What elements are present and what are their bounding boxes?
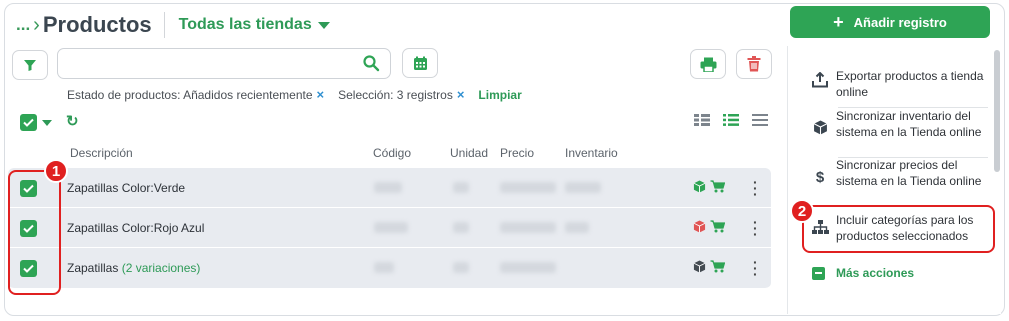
menu-item-label: Sincronizar precios del sistema en la Ti… <box>836 158 982 188</box>
grid-view-icon[interactable] <box>694 114 710 126</box>
trash-icon <box>747 56 761 72</box>
compact-view-icon[interactable] <box>752 114 768 126</box>
product-description[interactable]: Zapatillas Color:Verde <box>67 181 185 195</box>
calendar-icon <box>413 56 427 70</box>
cart-icon[interactable] <box>710 180 725 193</box>
select-all-checkbox[interactable] <box>20 114 52 131</box>
search-icon[interactable] <box>362 54 380 72</box>
redacted-code <box>374 262 394 273</box>
filter-icon <box>24 60 36 71</box>
redacted-price <box>500 222 556 233</box>
chevron-down-icon[interactable] <box>42 119 52 126</box>
print-button[interactable] <box>690 49 726 79</box>
add-record-button[interactable]: + Añadir registro <box>790 6 990 38</box>
checkbox-checked[interactable] <box>20 114 37 131</box>
cart-icon[interactable] <box>710 220 725 233</box>
panel-scrollbar[interactable] <box>994 50 1000 172</box>
clear-filters-link[interactable]: Limpiar <box>478 88 521 102</box>
column-header-code[interactable]: Código <box>373 146 411 160</box>
more-actions-label: Más acciones <box>836 266 915 280</box>
highlight-box-categories <box>802 205 995 253</box>
plus-icon: + <box>833 11 844 32</box>
caret-down-icon[interactable] <box>317 21 330 29</box>
view-switcher <box>694 114 768 126</box>
product-name: Zapatillas Color:Verde <box>67 181 186 195</box>
breadcrumb-chevron-icon: › <box>33 13 40 36</box>
column-header-inventory[interactable]: Inventario <box>565 146 618 160</box>
menu-item-sync-prices[interactable]: $ Sincronizar precios del sistema en la … <box>808 157 988 189</box>
redacted-code <box>374 182 402 193</box>
check-icon <box>23 118 34 127</box>
breadcrumb: ... › Productos Todas las tiendas <box>16 12 330 38</box>
delete-button[interactable] <box>736 49 772 79</box>
redacted-unit <box>453 182 469 193</box>
dollar-icon: $ <box>815 169 825 186</box>
product-table: Zapatillas Color:Verde · · · Zapatillas Co… <box>8 168 771 289</box>
redacted-price <box>500 262 556 273</box>
remove-filter-icon[interactable]: × <box>457 87 465 102</box>
product-name: Zapatillas Color:Rojo Azul <box>67 221 205 235</box>
remove-filter-icon[interactable]: × <box>317 87 325 102</box>
cube-icon <box>813 120 827 135</box>
product-description[interactable]: Zapatillas (2 variaciones) <box>67 261 200 275</box>
table-row[interactable]: Zapatillas Color:Verde · · · <box>8 168 771 208</box>
column-header-description[interactable]: Descripción <box>70 146 133 160</box>
cube-icon[interactable] <box>693 220 706 233</box>
highlight-box-checkboxes <box>8 170 61 295</box>
filter-chip-label: Estado de productos: Añadidos recienteme… <box>67 87 313 102</box>
redacted-inventory <box>565 222 589 233</box>
column-header-price[interactable]: Precio <box>500 146 534 160</box>
row-more-options-icon[interactable]: · · · <box>753 255 758 281</box>
row-more-options-icon[interactable]: · · · <box>753 215 758 241</box>
menu-item-label: Exportar productos a tienda online <box>836 69 984 99</box>
row-status-icons <box>693 220 725 233</box>
page-title: Productos <box>42 12 152 37</box>
collapse-icon <box>812 266 825 280</box>
variations-link[interactable]: (2 variaciones) <box>122 261 201 275</box>
more-actions-button[interactable]: Más acciones <box>812 266 914 280</box>
column-header-unit[interactable]: Unidad <box>450 146 488 160</box>
table-row[interactable]: Zapatillas Color:Rojo Azul · · · <box>8 208 771 248</box>
menu-item-label: Sincronizar inventario del sistema en la… <box>836 109 982 139</box>
row-status-icons <box>693 180 725 193</box>
menu-item-export[interactable]: Exportar productos a tienda online <box>808 68 988 100</box>
step-badge-2: 2 <box>790 199 814 223</box>
redacted-unit <box>453 222 469 233</box>
row-more-options-icon[interactable]: · · · <box>753 175 758 201</box>
refresh-icon[interactable]: ↻ <box>66 112 79 130</box>
row-status-icons <box>693 260 725 273</box>
step-badge-1: 1 <box>44 159 68 183</box>
date-filter-button[interactable] <box>402 48 438 78</box>
cube-icon[interactable] <box>693 180 706 193</box>
redacted-unit <box>453 262 469 273</box>
table-row[interactable]: Zapatillas (2 variaciones) · · · <box>8 248 771 289</box>
cube-icon[interactable] <box>693 260 706 273</box>
search-input[interactable] <box>57 48 391 79</box>
cart-icon[interactable] <box>710 260 725 273</box>
filter-button[interactable] <box>12 50 48 80</box>
menu-item-sync-inventory[interactable]: Sincronizar inventario del sistema en la… <box>808 108 988 140</box>
redacted-inventory <box>565 182 601 193</box>
filter-chip-label: Selección: 3 registros <box>338 87 453 102</box>
list-view-icon[interactable] <box>723 114 739 126</box>
product-description[interactable]: Zapatillas Color:Rojo Azul <box>67 221 204 235</box>
redacted-price <box>500 182 556 193</box>
product-name: Zapatillas <box>67 261 119 275</box>
breadcrumb-ellipsis[interactable]: ... <box>16 15 30 35</box>
active-filters: Estado de productos: Añadidos recienteme… <box>67 87 522 102</box>
export-icon <box>812 72 828 88</box>
add-record-label: Añadir registro <box>853 14 947 30</box>
header-divider <box>163 12 165 38</box>
printer-icon <box>700 57 716 72</box>
redacted-code <box>374 222 408 233</box>
store-selector[interactable]: Todas las tiendas <box>179 16 312 34</box>
